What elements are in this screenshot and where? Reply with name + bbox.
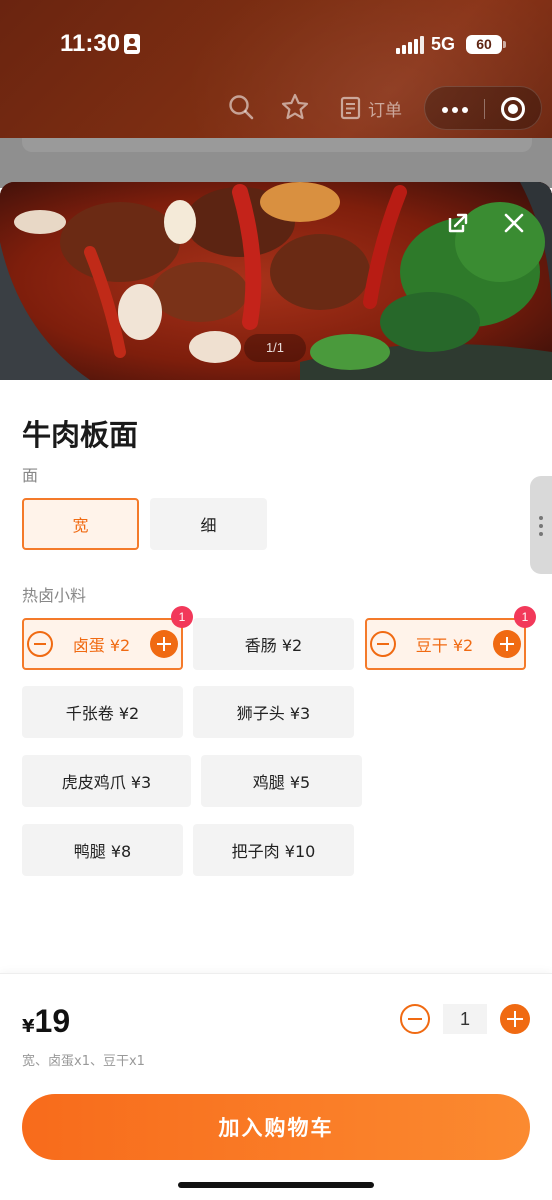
increase-icon[interactable] [150,630,178,658]
option-tiger-skin-chicken-feet[interactable]: 虎皮鸡爪 ¥3 [22,755,191,807]
option-braised-egg[interactable]: 卤蛋 ¥2 [22,618,183,670]
side-drawer-handle[interactable] [530,476,552,574]
more-icon[interactable] [439,97,471,121]
contact-card-icon [124,34,140,54]
dish-name: 牛肉板面 [22,418,139,452]
increase-icon[interactable] [493,630,521,658]
option-wide-noodle[interactable]: 宽 [22,498,139,550]
status-time: 11:30 [60,30,121,57]
noodle-group-label: 面 [22,466,39,485]
orders-link[interactable]: 订单 [340,95,402,121]
top-header: 11:30 5G 60 订单 [0,0,552,138]
option-label: 鸭腿 ¥8 [73,842,132,861]
star-icon[interactable] [280,92,310,122]
battery-tip [503,41,506,48]
option-lion-head-meatball[interactable]: 狮子头 ¥3 [193,686,354,738]
cellular-signal-icon [396,36,424,54]
price-currency: ¥ [22,1016,35,1037]
close-icon[interactable] [497,206,531,240]
quantity-decrease-button[interactable] [400,1004,430,1034]
option-thin-noodle[interactable]: 细 [150,498,267,550]
home-indicator [178,1182,374,1188]
battery-icon: 60 [466,35,502,54]
search-icon[interactable] [226,92,256,122]
option-label: 狮子头 ¥3 [236,704,311,723]
share-icon[interactable] [440,206,474,240]
miniprogram-capsule [424,86,542,130]
add-to-cart-button[interactable]: 加入购物车 [22,1094,530,1160]
option-tofu-skin-roll[interactable]: 千张卷 ¥2 [22,686,183,738]
network-type: 5G [431,34,456,54]
document-icon [340,96,361,120]
quantity-increase-button[interactable] [500,1004,530,1034]
image-pager: 1/1 [244,334,306,362]
orders-label: 订单 [368,100,402,121]
option-label: 香肠 ¥2 [244,636,303,655]
dimmed-card [22,138,532,152]
option-dried-tofu[interactable]: 豆干 ¥2 [365,618,526,670]
option-label: 细 [200,516,217,535]
option-sausage[interactable]: 香肠 ¥2 [193,618,354,670]
option-braised-pork[interactable]: 把子肉 ¥10 [193,824,354,876]
total-price: ¥19 [22,1003,70,1040]
option-label: 千张卷 ¥2 [65,704,140,723]
status-bar: 11:30 5G 60 [0,0,552,90]
count-badge: 1 [171,606,193,628]
selection-summary: 宽、卤蛋x1、豆干x1 [22,1054,145,1069]
option-label: 卤蛋 ¥2 [72,636,131,655]
decrease-icon[interactable] [27,631,53,657]
topping-group-label: 热卤小料 [22,586,87,605]
option-label: 鸡腿 ¥5 [252,773,311,792]
option-duck-leg[interactable]: 鸭腿 ¥8 [22,824,183,876]
decrease-icon[interactable] [370,631,396,657]
option-label: 虎皮鸡爪 ¥3 [61,773,152,792]
count-badge: 1 [514,606,536,628]
option-label: 把子肉 ¥10 [231,842,316,861]
quantity-value[interactable]: 1 [443,1004,487,1034]
capsule-divider [484,99,485,119]
option-label: 豆干 ¥2 [415,636,474,655]
close-miniprogram-icon[interactable] [501,97,525,121]
option-label: 宽 [72,516,89,535]
price-value: 19 [34,1003,71,1039]
option-chicken-leg[interactable]: 鸡腿 ¥5 [201,755,362,807]
